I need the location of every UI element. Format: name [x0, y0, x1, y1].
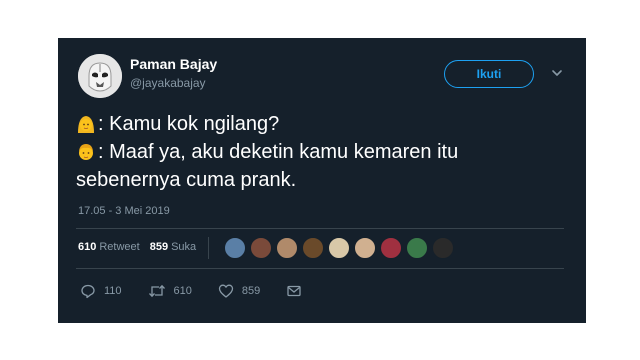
- like-count[interactable]: 859: [150, 241, 168, 253]
- divider: [208, 237, 209, 259]
- tweet-text: : Kamu kok ngilang? : Maaf ya, aku deket…: [76, 110, 576, 194]
- divider: [76, 228, 564, 229]
- liker-avatar[interactable]: [354, 237, 376, 259]
- tweet-line-text: sebenernya cuma prank.: [76, 169, 297, 191]
- like-action-count: 859: [241, 285, 261, 297]
- tweet-line-text: Kamu kok ngilang?: [109, 113, 280, 135]
- liker-avatar[interactable]: [250, 237, 272, 259]
- man-emoji-icon: [79, 144, 93, 160]
- liker-avatar[interactable]: [224, 237, 246, 259]
- tweet-timestamp[interactable]: 17.05 - 3 Mei 2019: [78, 205, 170, 217]
- liker-avatar[interactable]: [380, 237, 402, 259]
- heart-icon: [218, 284, 234, 298]
- reply-button[interactable]: 110: [80, 283, 122, 299]
- message-button[interactable]: [286, 283, 310, 299]
- retweet-icon: [148, 284, 165, 298]
- tweet-line: sebenernya cuma prank.: [76, 166, 576, 194]
- liker-avatar[interactable]: [302, 237, 324, 259]
- retweet-action-count: 610: [173, 285, 192, 297]
- liker-avatars: [224, 237, 458, 259]
- liker-avatar[interactable]: [276, 237, 298, 259]
- reply-count: 110: [104, 285, 122, 297]
- engagement-stats: 610 Retweet 859 Suka: [78, 241, 196, 253]
- retweet-count[interactable]: 610: [78, 241, 96, 253]
- retweet-label[interactable]: Retweet: [99, 241, 139, 253]
- tweet-card: Paman Bajay @jayakabajay Ikuti : Kamu ko…: [58, 38, 586, 323]
- liker-avatar[interactable]: [328, 237, 350, 259]
- follow-button[interactable]: Ikuti: [444, 60, 534, 88]
- like-label[interactable]: Suka: [171, 241, 196, 253]
- author-handle[interactable]: @jayakabajay: [130, 76, 206, 90]
- tweet-line: : Maaf ya, aku deketin kamu kemaren itu: [76, 138, 576, 166]
- woman-emoji-icon: [78, 116, 94, 133]
- divider: [76, 268, 564, 269]
- like-button[interactable]: 859: [218, 283, 260, 299]
- chevron-down-icon[interactable]: [550, 66, 564, 80]
- author-avatar[interactable]: [78, 54, 122, 98]
- author-name[interactable]: Paman Bajay: [130, 56, 217, 72]
- stormtrooper-avatar-icon: [78, 54, 122, 98]
- reply-icon: [81, 284, 95, 299]
- action-bar: 110 610 859: [80, 283, 336, 299]
- retweet-button[interactable]: 610: [148, 283, 192, 299]
- liker-avatar[interactable]: [406, 237, 428, 259]
- tweet-line: : Kamu kok ngilang?: [76, 110, 576, 138]
- liker-avatar[interactable]: [432, 237, 454, 259]
- message-icon: [287, 285, 301, 297]
- tweet-line-text: Maaf ya, aku deketin kamu kemaren itu: [109, 141, 459, 163]
